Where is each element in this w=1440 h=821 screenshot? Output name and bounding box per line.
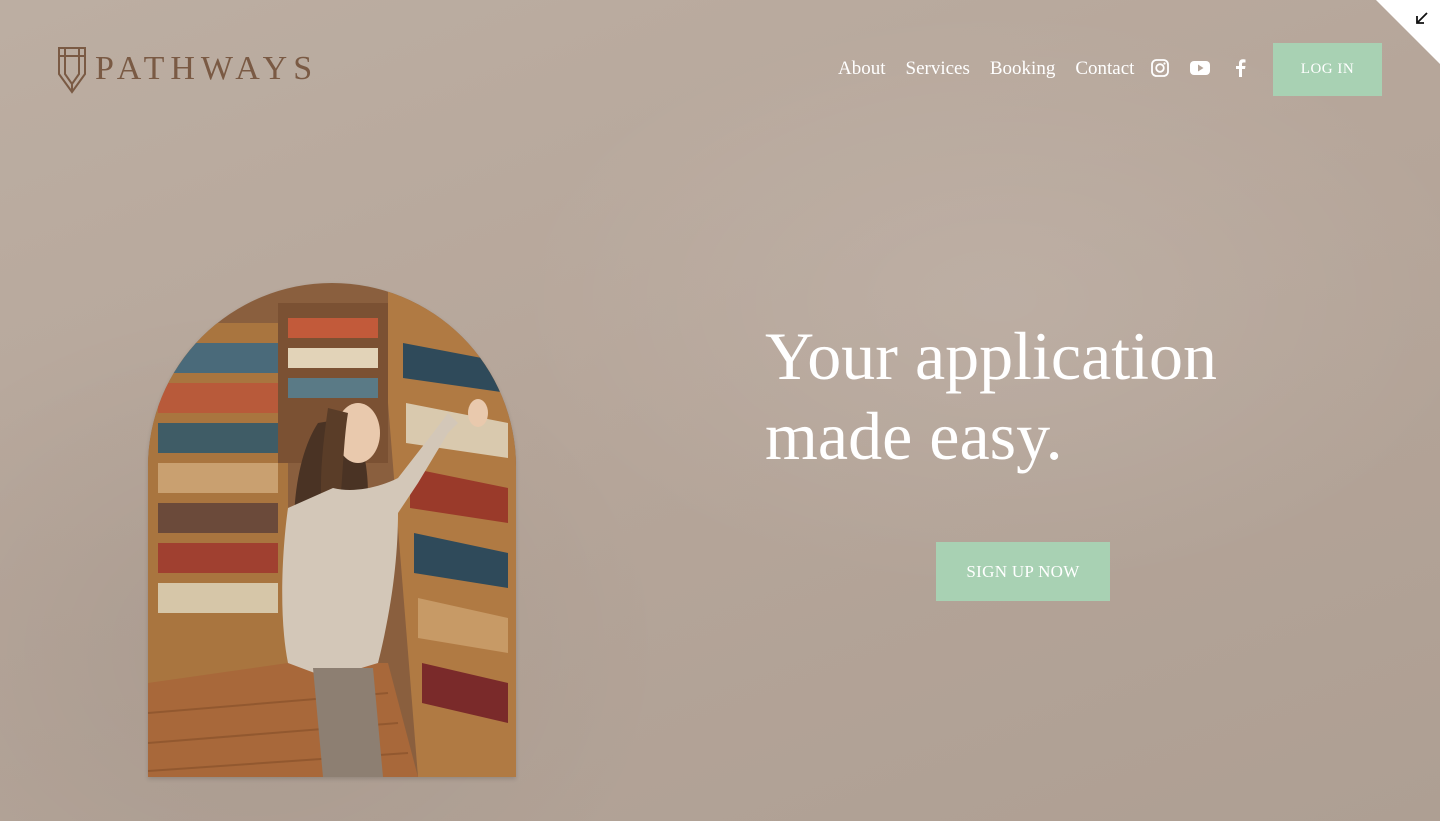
nav-contact[interactable]: Contact [1075, 58, 1134, 80]
nav-services[interactable]: Services [906, 58, 970, 80]
nav-booking[interactable]: Booking [990, 58, 1055, 80]
hero-image [148, 283, 516, 777]
sign-up-button[interactable]: SIGN UP NOW [936, 542, 1110, 601]
main-nav: About Services Booking Contact [838, 50, 1154, 88]
nav-about[interactable]: About [838, 58, 886, 80]
collapse-arrow-icon [1414, 10, 1430, 31]
facebook-icon[interactable] [1230, 58, 1250, 78]
login-button[interactable]: LOG IN [1273, 43, 1382, 96]
youtube-icon[interactable] [1190, 58, 1210, 78]
site-logo[interactable]: PATHWAYS [57, 43, 318, 95]
pencil-crest-icon [57, 44, 87, 94]
instagram-icon[interactable] [1150, 58, 1170, 78]
hero-headline: Your application made easy. [765, 318, 1218, 474]
brand-name: PATHWAYS [95, 50, 319, 87]
